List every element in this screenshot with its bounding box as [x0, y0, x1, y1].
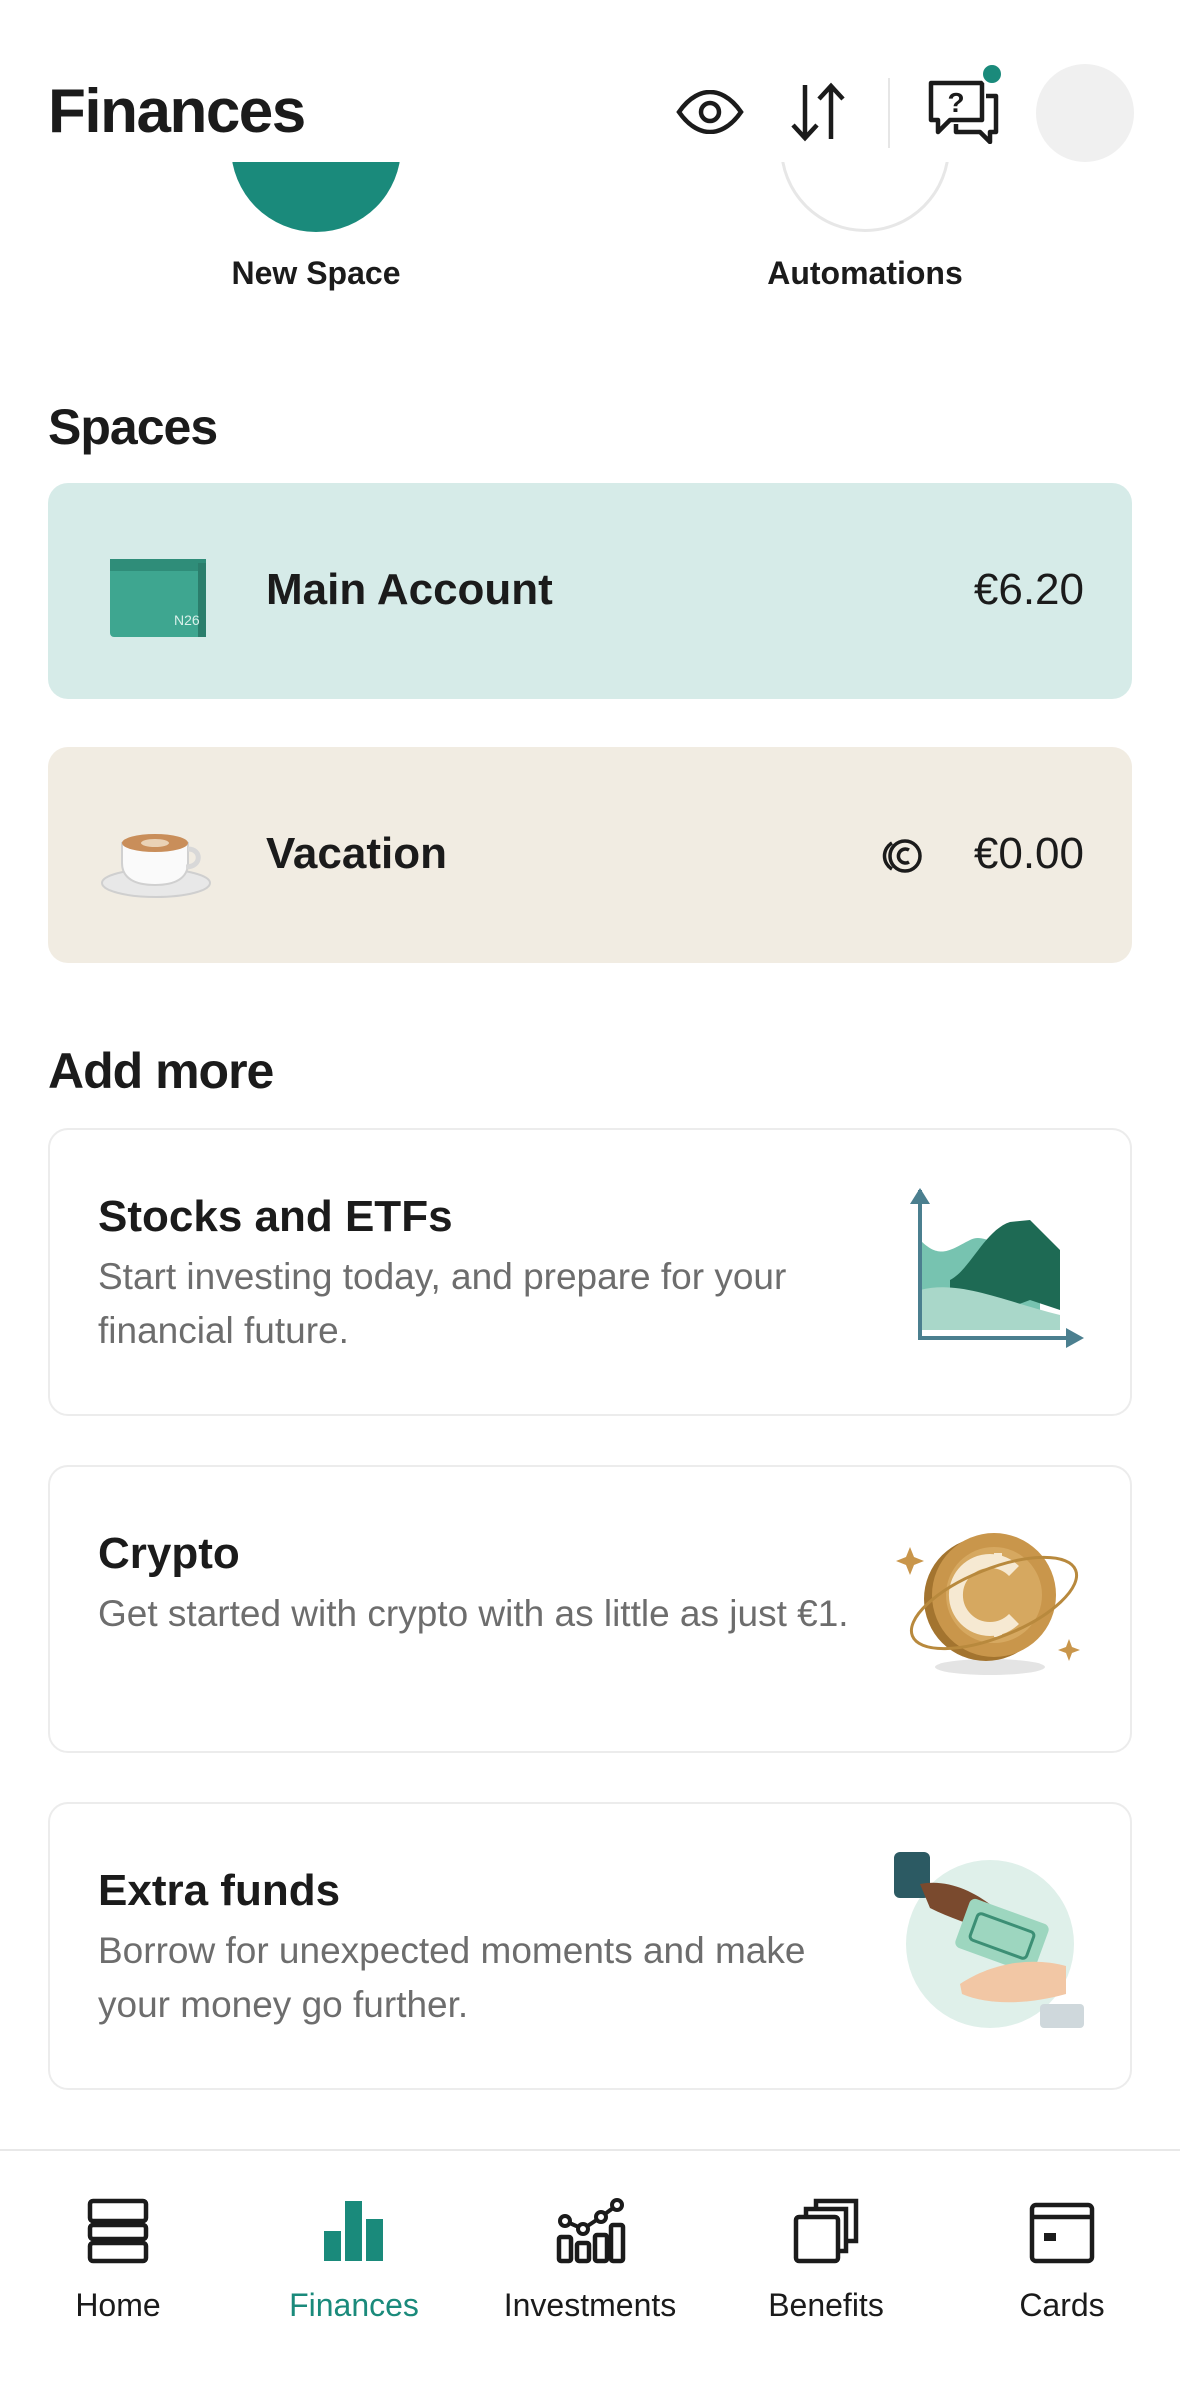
nav-label: Investments [503, 2287, 677, 2323]
space-card-main-account[interactable]: N26 Main Account €6.20 [48, 483, 1132, 699]
nav-cards[interactable]: Cards [944, 2175, 1180, 2335]
nav-finances[interactable]: Finances [236, 2175, 472, 2335]
space-amount: €6.20 [973, 565, 1084, 614]
n26-wallet-icon: N26 [98, 533, 218, 653]
svg-text:N26: N26 [174, 612, 200, 628]
space-card-vacation[interactable]: Vacation €0.00 [48, 747, 1132, 963]
nav-label: Benefits [768, 2287, 884, 2323]
finances-bars-icon [318, 2195, 390, 2267]
nav-home[interactable]: Home [0, 2175, 236, 2335]
automations-label[interactable]: Automations [705, 255, 1025, 292]
eye-icon[interactable] [674, 76, 746, 148]
svg-text:?: ? [947, 87, 964, 118]
nav-label: Cards [1019, 2287, 1105, 2323]
bottom-nav: Home Finances Investments Benefits Cards [0, 2149, 1180, 2396]
promo-card-extra-funds[interactable]: Extra funds Borrow for unexpected moment… [48, 1802, 1132, 2090]
space-name: Main Account [266, 565, 553, 614]
promo-title: Stocks and ETFs [98, 1192, 453, 1241]
notification-dot [980, 62, 1004, 86]
coffee-cup-icon [98, 797, 218, 917]
avatar[interactable] [1036, 64, 1134, 162]
home-icon [82, 2195, 154, 2267]
header-divider [888, 78, 890, 148]
space-amount: €0.00 [973, 829, 1084, 878]
promo-title: Crypto [98, 1529, 240, 1578]
nav-investments[interactable]: Investments [472, 2175, 708, 2335]
nav-label: Finances [289, 2287, 419, 2323]
promo-card-crypto[interactable]: Crypto Get started with crypto with as l… [48, 1465, 1132, 1753]
promo-card-stocks-etfs[interactable]: Stocks and ETFs Start investing today, a… [48, 1128, 1132, 1416]
space-name: Vacation [266, 829, 447, 878]
page-title: Finances [48, 77, 306, 146]
header: Finances ? [0, 0, 1180, 162]
growth-chart-icon [890, 1170, 1090, 1370]
new-space-label[interactable]: New Space [156, 255, 476, 292]
promo-description: Get started with crypto with as little a… [98, 1593, 849, 1634]
sort-arrows-icon[interactable] [782, 76, 854, 148]
shared-coins-icon [880, 835, 922, 882]
promo-description: Start investing today, and prepare for y… [98, 1256, 787, 1351]
hands-money-icon [890, 1844, 1090, 2044]
nav-label: Home [75, 2287, 161, 2323]
spaces-section-title: Spaces [48, 399, 218, 455]
benefits-icon [790, 2195, 862, 2267]
nav-benefits[interactable]: Benefits [708, 2175, 944, 2335]
promo-title: Extra funds [98, 1866, 341, 1915]
promo-description: Borrow for unexpected moments and make y… [98, 1930, 806, 2025]
investments-icon [554, 2195, 626, 2267]
crypto-coin-icon [890, 1507, 1090, 1707]
add-more-section-title: Add more [48, 1043, 274, 1099]
help-chat-icon[interactable]: ? [928, 76, 1000, 148]
cards-icon [1026, 2195, 1098, 2267]
